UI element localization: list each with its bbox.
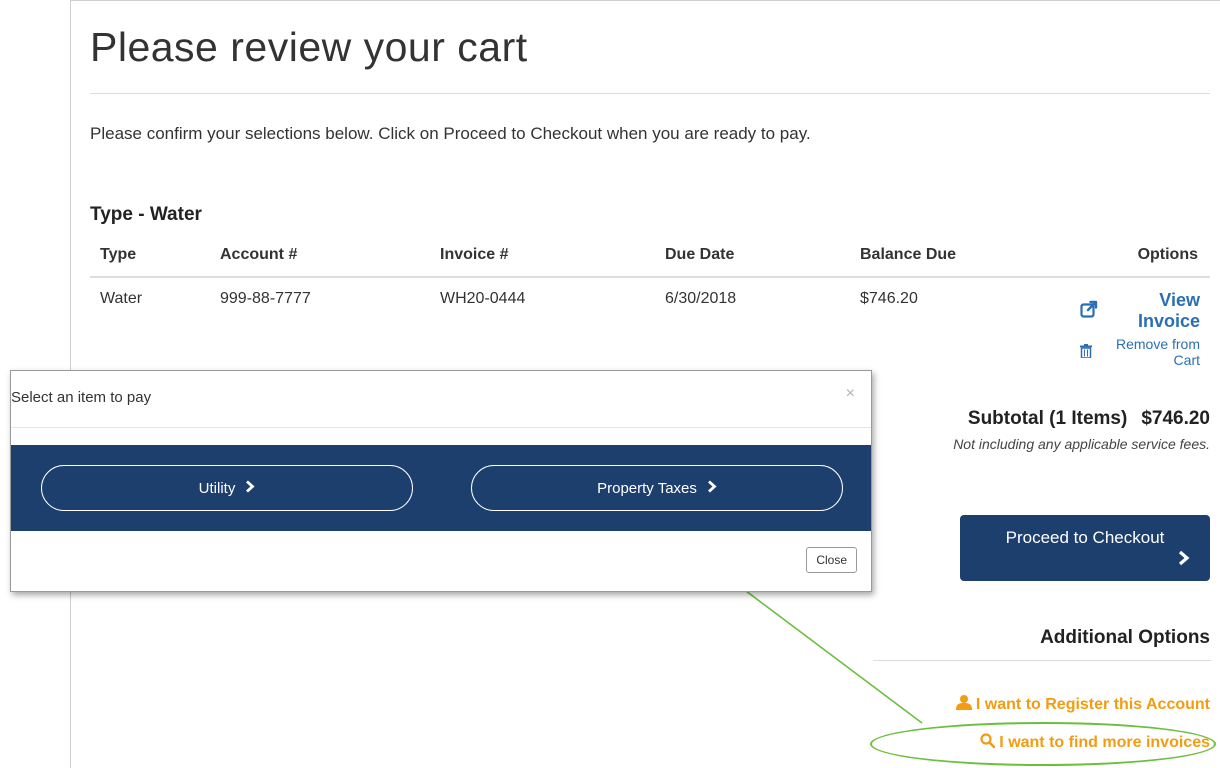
cell-invoice: WH20-0444 bbox=[440, 290, 526, 307]
find-invoices-label: I want to find more invoices bbox=[999, 734, 1210, 751]
find-invoices-link[interactable]: I want to find more invoices bbox=[980, 733, 1210, 753]
subtotal-block: Subtotal (1 Items) $746.20 Not including … bbox=[953, 408, 1210, 452]
modal-options-band: Utility Property Taxes bbox=[11, 445, 871, 531]
modal-divider bbox=[11, 427, 871, 428]
trash-icon bbox=[1080, 343, 1092, 361]
subtotal-line: Subtotal (1 Items) $746.20 bbox=[953, 408, 1210, 430]
chevron-right-icon bbox=[1178, 550, 1190, 571]
search-icon bbox=[980, 733, 996, 753]
column-header-account: Account # bbox=[210, 234, 430, 278]
page-title: Please review your cart bbox=[90, 24, 528, 70]
column-header-invoice: Invoice # bbox=[430, 234, 655, 278]
column-header-due-date: Due Date bbox=[655, 234, 850, 278]
cell-type: Water bbox=[100, 290, 143, 307]
additional-options-heading: Additional Options bbox=[1040, 627, 1210, 648]
intro-text: Please confirm your selections below. Cl… bbox=[90, 124, 811, 143]
additional-options-divider bbox=[873, 660, 1211, 661]
column-header-options: Options bbox=[1070, 234, 1210, 278]
checkout-label: Proceed to Checkout bbox=[1005, 528, 1165, 547]
chevron-right-icon bbox=[245, 480, 255, 496]
remove-from-cart-link[interactable]: Remove from Cart bbox=[1080, 336, 1200, 368]
select-item-modal: Select an item to pay × Utility Property… bbox=[10, 370, 872, 592]
register-account-label: I want to Register this Account bbox=[975, 695, 1210, 713]
view-invoice-label: View Invoice bbox=[1137, 290, 1200, 331]
chevron-right-icon bbox=[707, 480, 717, 496]
proceed-to-checkout-button[interactable]: Proceed to Checkout bbox=[960, 515, 1210, 581]
view-invoice-link[interactable]: View Invoice bbox=[1080, 290, 1200, 332]
table-row: Water 999-88-7777 WH20-0444 6/30/2018 $7… bbox=[90, 277, 1210, 368]
column-header-balance: Balance Due bbox=[850, 234, 1070, 278]
subtotal-label: Subtotal (1 Items) bbox=[967, 408, 1128, 429]
utility-option-label: Utility bbox=[198, 479, 236, 497]
cell-account: 999-88-7777 bbox=[220, 290, 311, 307]
user-icon bbox=[955, 694, 972, 715]
section-heading: Type - Water bbox=[90, 204, 202, 225]
utility-option-button[interactable]: Utility bbox=[41, 465, 413, 511]
property-taxes-option-label: Property Taxes bbox=[597, 479, 697, 497]
fees-note: Not including any applicable service fee… bbox=[953, 436, 1210, 452]
cart-table: Type Account # Invoice # Due Date Balanc… bbox=[90, 234, 1210, 368]
title-divider bbox=[90, 93, 1210, 94]
subtotal-value: $746.20 bbox=[1141, 408, 1210, 429]
external-link-icon bbox=[1080, 300, 1098, 323]
column-header-type: Type bbox=[90, 234, 210, 278]
cell-options: View Invoice Remove from Cart bbox=[1070, 277, 1210, 368]
remove-from-cart-label: Remove from Cart bbox=[1115, 336, 1200, 368]
cell-due-date: 6/30/2018 bbox=[665, 290, 737, 307]
property-taxes-option-button[interactable]: Property Taxes bbox=[471, 465, 843, 511]
table-header-row: Type Account # Invoice # Due Date Balanc… bbox=[90, 234, 1210, 278]
modal-title: Select an item to pay bbox=[11, 389, 152, 406]
close-icon[interactable]: × bbox=[846, 385, 855, 403]
register-account-link[interactable]: I want to Register this Account bbox=[955, 694, 1210, 715]
cell-balance: $746.20 bbox=[860, 290, 918, 307]
modal-close-button[interactable]: Close bbox=[806, 547, 857, 573]
